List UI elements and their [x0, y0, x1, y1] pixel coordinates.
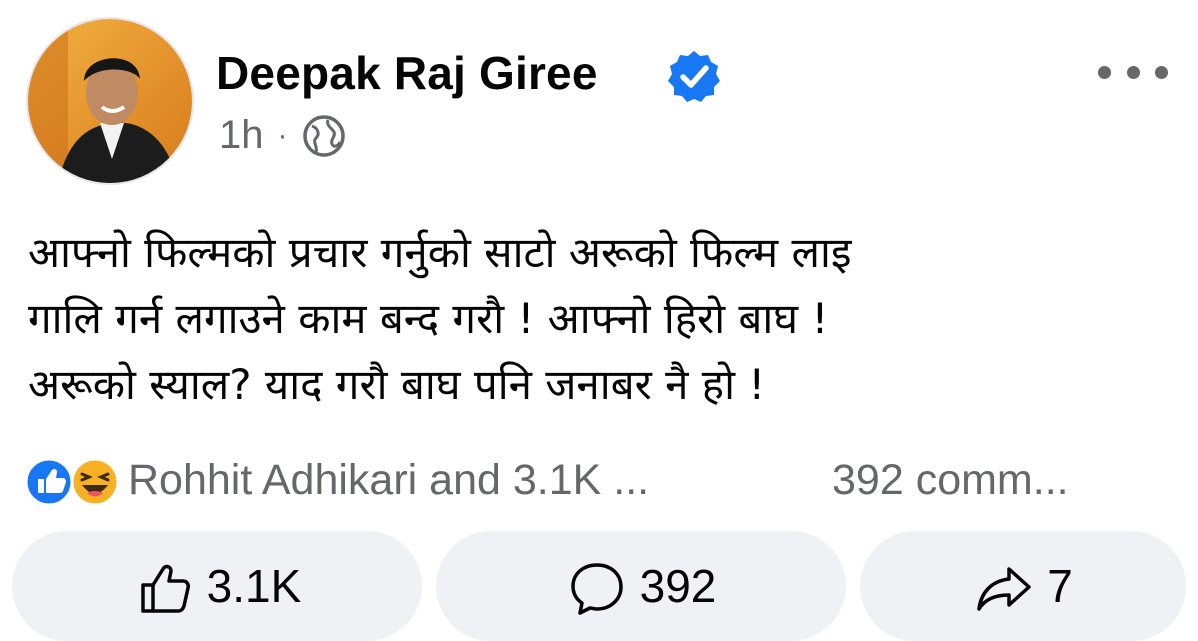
post-text-line: अरूको स्याल? याद गरौ बाघ पनि जनाबर नै हो… [28, 360, 766, 409]
post-text-line: आफ्नो फिल्मको प्रचार गर्नुको साटो अरूको … [28, 228, 852, 277]
share-button[interactable]: 7 [860, 531, 1186, 641]
haha-reaction-icon [70, 457, 120, 507]
dot [1155, 65, 1168, 79]
reactions-summary-bar: Rohhit Adhikari and 3.1K ... 392 comm... [24, 452, 1184, 512]
meta-separator: · [277, 118, 288, 152]
comment-button[interactable]: 392 [436, 531, 846, 641]
verified-badge-icon [668, 51, 720, 102]
comment-icon [570, 563, 623, 615]
comment-count: 392 [639, 560, 717, 612]
reaction-icons[interactable] [24, 456, 124, 508]
like-count: 3.1K [206, 560, 302, 612]
share-icon [977, 567, 1031, 611]
comments-count-link[interactable]: 392 comm... [832, 456, 1069, 505]
share-count: 7 [1047, 560, 1073, 612]
like-reaction-icon [24, 457, 74, 507]
reactions-summary[interactable]: Rohhit Adhikari and 3.1K ... [128, 456, 649, 505]
like-icon [140, 564, 190, 613]
like-button[interactable]: 3.1K [12, 531, 422, 641]
post-actions: 3.1K 392 7 [12, 531, 1186, 641]
dot [1126, 65, 1140, 79]
post-meta: 1h · [219, 113, 346, 158]
post-timestamp[interactable]: 1h [219, 113, 264, 158]
post-body: आफ्नो फिल्मको प्रचार गर्नुको साटो अरूको … [28, 220, 1168, 418]
more-options-icon[interactable] [1098, 56, 1168, 88]
author-avatar[interactable] [26, 17, 194, 185]
post-text-line: गालि गर्न लगाउने काम बन्द गरौ ! आफ्नो हि… [28, 294, 829, 343]
dot [1098, 65, 1111, 79]
author-name[interactable]: Deepak Raj Giree [216, 46, 598, 100]
globe-icon [302, 114, 345, 157]
